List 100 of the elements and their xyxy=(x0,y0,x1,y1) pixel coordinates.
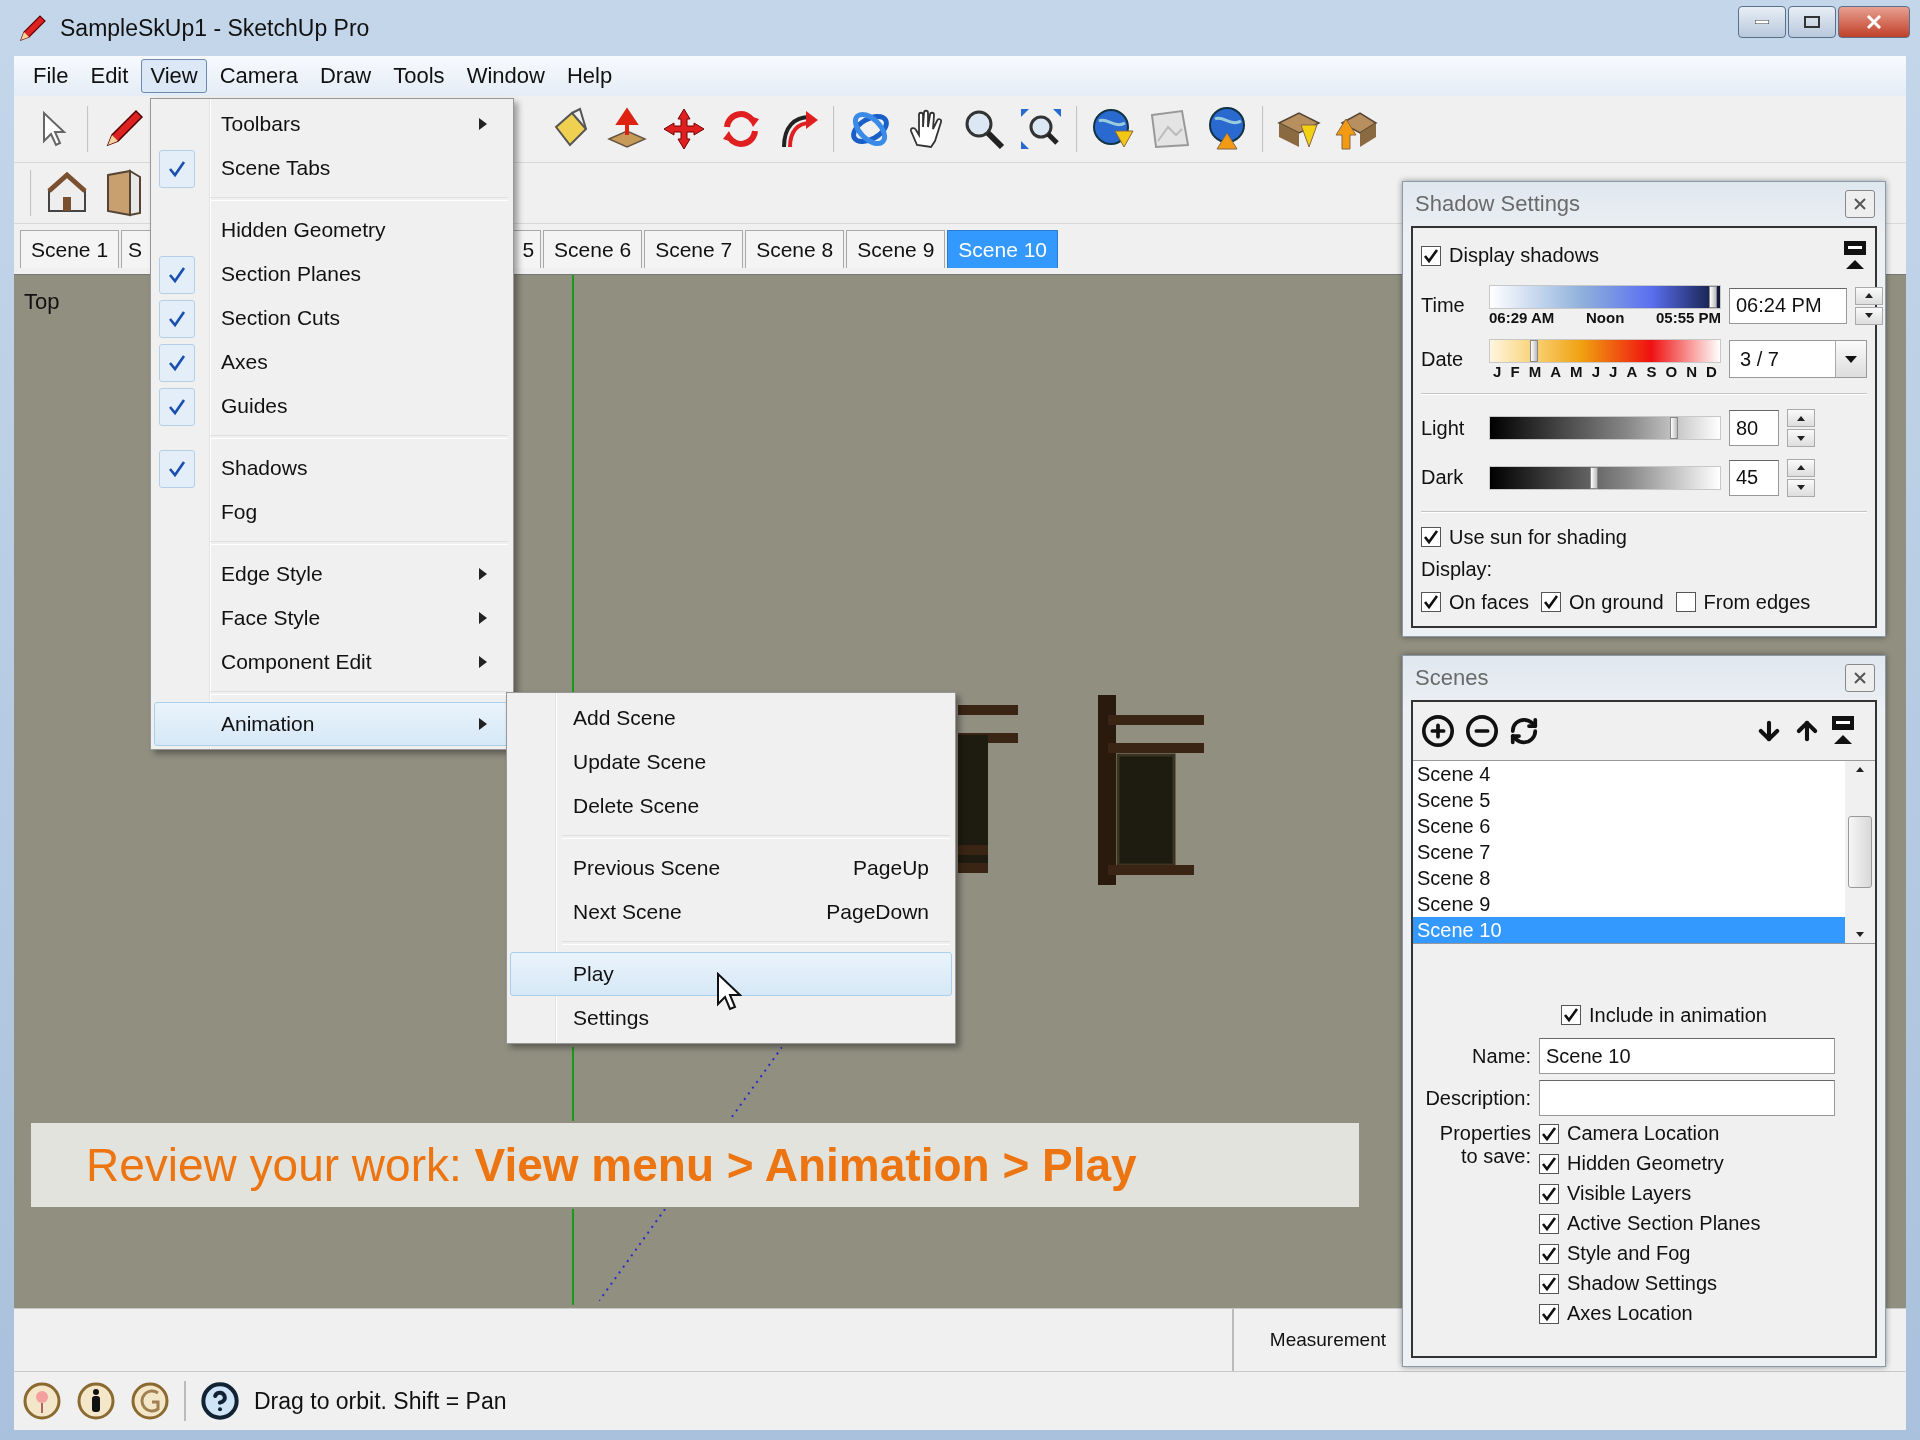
slider-thumb[interactable] xyxy=(1709,286,1718,309)
checkbox-label: Display shadows xyxy=(1449,244,1600,268)
menu-item[interactable]: Add Scene xyxy=(510,696,952,740)
light-slider[interactable] xyxy=(1489,416,1721,440)
spin-down-button[interactable] xyxy=(1855,306,1883,325)
checkbox[interactable] xyxy=(1675,592,1696,613)
menu-item[interactable]: Previous Scene PageUp xyxy=(510,846,952,890)
scene-tab[interactable]: Scene 6 xyxy=(543,230,643,268)
menu-item[interactable]: Toolbars xyxy=(154,102,510,146)
check-icon xyxy=(167,459,187,479)
view-label: Top xyxy=(24,289,60,315)
dark-slider[interactable] xyxy=(1489,465,1721,490)
spin-up-button[interactable] xyxy=(1855,286,1883,305)
checkbox[interactable] xyxy=(1541,592,1562,613)
checkbox[interactable] xyxy=(1539,1213,1559,1234)
slider-thumb[interactable] xyxy=(1589,466,1598,489)
time-slider[interactable] xyxy=(1489,285,1721,310)
checkbox[interactable] xyxy=(1421,592,1441,613)
checkbox[interactable] xyxy=(1421,527,1441,548)
menu-item[interactable]: Settings xyxy=(510,996,952,1040)
pin-circle-icon[interactable] xyxy=(22,1381,62,1421)
menu-item[interactable]: Shadows xyxy=(154,446,510,490)
menu-item[interactable]: Component Edit xyxy=(154,640,510,684)
check-icon xyxy=(167,353,187,373)
menu-item[interactable]: Update Scene xyxy=(510,740,952,784)
menu-bar-item[interactable]: Draw xyxy=(310,59,381,93)
menu-bar-item[interactable]: Help xyxy=(557,59,622,93)
scene-list-item[interactable]: Scene 8 xyxy=(1413,865,1845,891)
checkbox[interactable] xyxy=(1539,1303,1559,1324)
up-arrow-icon xyxy=(1797,415,1805,421)
spin-up-button[interactable] xyxy=(1787,409,1815,427)
menu-item[interactable]: Axes xyxy=(154,340,510,384)
close-button[interactable] xyxy=(1845,190,1875,218)
menu-item[interactable]: Section Cuts xyxy=(154,296,510,340)
date-slider[interactable] xyxy=(1489,338,1721,363)
scene-tab[interactable]: Scene 8 xyxy=(745,230,845,268)
menu-item[interactable]: Guides xyxy=(154,384,510,428)
checkbox[interactable] xyxy=(1539,1183,1559,1204)
checkbox[interactable] xyxy=(1539,1243,1559,1264)
checkbox[interactable] xyxy=(1539,1123,1559,1144)
down-arrow-icon xyxy=(1865,313,1873,319)
description-field[interactable] xyxy=(1539,1080,1835,1116)
slider-thumb[interactable] xyxy=(1670,417,1678,439)
close-icon xyxy=(1866,14,1882,30)
help-icon[interactable] xyxy=(200,1381,240,1421)
add-icon[interactable] xyxy=(1421,714,1455,748)
scrollbar[interactable] xyxy=(1845,761,1875,943)
scene-list-item[interactable]: Scene 7 xyxy=(1413,839,1845,865)
menu-item[interactable]: Play xyxy=(510,952,952,996)
scene-tab[interactable]: Scene 1 xyxy=(20,230,120,268)
dark-label: Dark xyxy=(1421,466,1465,490)
scene-tab[interactable]: Scene 7 xyxy=(644,230,744,268)
menu-bar-item[interactable]: Window xyxy=(457,59,554,93)
light-field[interactable]: 80 xyxy=(1729,410,1779,446)
refresh-icon[interactable] xyxy=(1509,716,1539,746)
minimize-button[interactable] xyxy=(1738,6,1786,38)
collapse-icon[interactable] xyxy=(1843,239,1867,272)
time-field[interactable]: 06:24 PM xyxy=(1729,287,1847,324)
dark-field[interactable]: 45 xyxy=(1729,459,1779,496)
up-arrow-icon xyxy=(1856,767,1864,772)
checkbox[interactable] xyxy=(1561,1005,1581,1025)
submenu-arrow-icon xyxy=(479,718,487,730)
menu-bar-item[interactable]: Edit xyxy=(81,59,138,93)
scene-list-item[interactable]: Scene 5 xyxy=(1413,787,1845,813)
menu-bar-item[interactable]: Camera xyxy=(210,59,307,93)
month-label: M xyxy=(1528,362,1542,380)
scene-tab[interactable]: Scene 9 xyxy=(846,230,946,268)
minimize-icon xyxy=(1755,20,1769,24)
checkbox[interactable] xyxy=(1539,1273,1559,1294)
close-icon xyxy=(1853,197,1867,211)
menu-item[interactable]: Scene Tabs xyxy=(154,146,510,190)
spin-down-button[interactable] xyxy=(1787,429,1815,447)
arc-circle-icon[interactable] xyxy=(130,1381,170,1421)
menu-bar-item[interactable]: Tools xyxy=(384,59,454,93)
menu-bar-item[interactable]: File xyxy=(24,59,78,93)
menu-item[interactable]: Next Scene PageDown xyxy=(510,890,952,934)
close-button[interactable] xyxy=(1838,6,1910,38)
menu-item[interactable]: Edge Style xyxy=(154,552,510,596)
date-dropdown[interactable]: 3 / 7 xyxy=(1729,340,1867,379)
scene-list-item[interactable]: Scene 9 xyxy=(1413,891,1845,917)
name-field[interactable]: Scene 10 xyxy=(1539,1038,1835,1074)
checkbox[interactable] xyxy=(1539,1153,1559,1174)
spin-down-button[interactable] xyxy=(1787,478,1815,497)
menu-bar-item[interactable]: View xyxy=(141,59,207,93)
scene-list-item[interactable]: Scene 4 xyxy=(1413,761,1845,787)
menu-item[interactable]: Delete Scene xyxy=(510,784,952,828)
menu-item[interactable]: Hidden Geometry xyxy=(154,208,510,252)
checkbox[interactable] xyxy=(1421,245,1441,266)
menu-item[interactable]: Face Style xyxy=(154,596,510,640)
spin-up-button[interactable] xyxy=(1787,458,1815,477)
checkbox-label: Visible Layers xyxy=(1567,1182,1692,1205)
maximize-button[interactable] xyxy=(1788,6,1836,38)
close-button[interactable] xyxy=(1845,664,1875,692)
scene-list-item[interactable]: Scene 6 xyxy=(1413,813,1845,839)
slider-thumb[interactable] xyxy=(1529,339,1538,362)
checkbox-label: From edges xyxy=(1703,590,1811,614)
menu-item[interactable]: Fog xyxy=(154,490,510,534)
remove-icon[interactable] xyxy=(1465,714,1499,748)
person-circle-icon[interactable] xyxy=(76,1381,116,1421)
collapse-icon[interactable] xyxy=(1831,715,1855,747)
